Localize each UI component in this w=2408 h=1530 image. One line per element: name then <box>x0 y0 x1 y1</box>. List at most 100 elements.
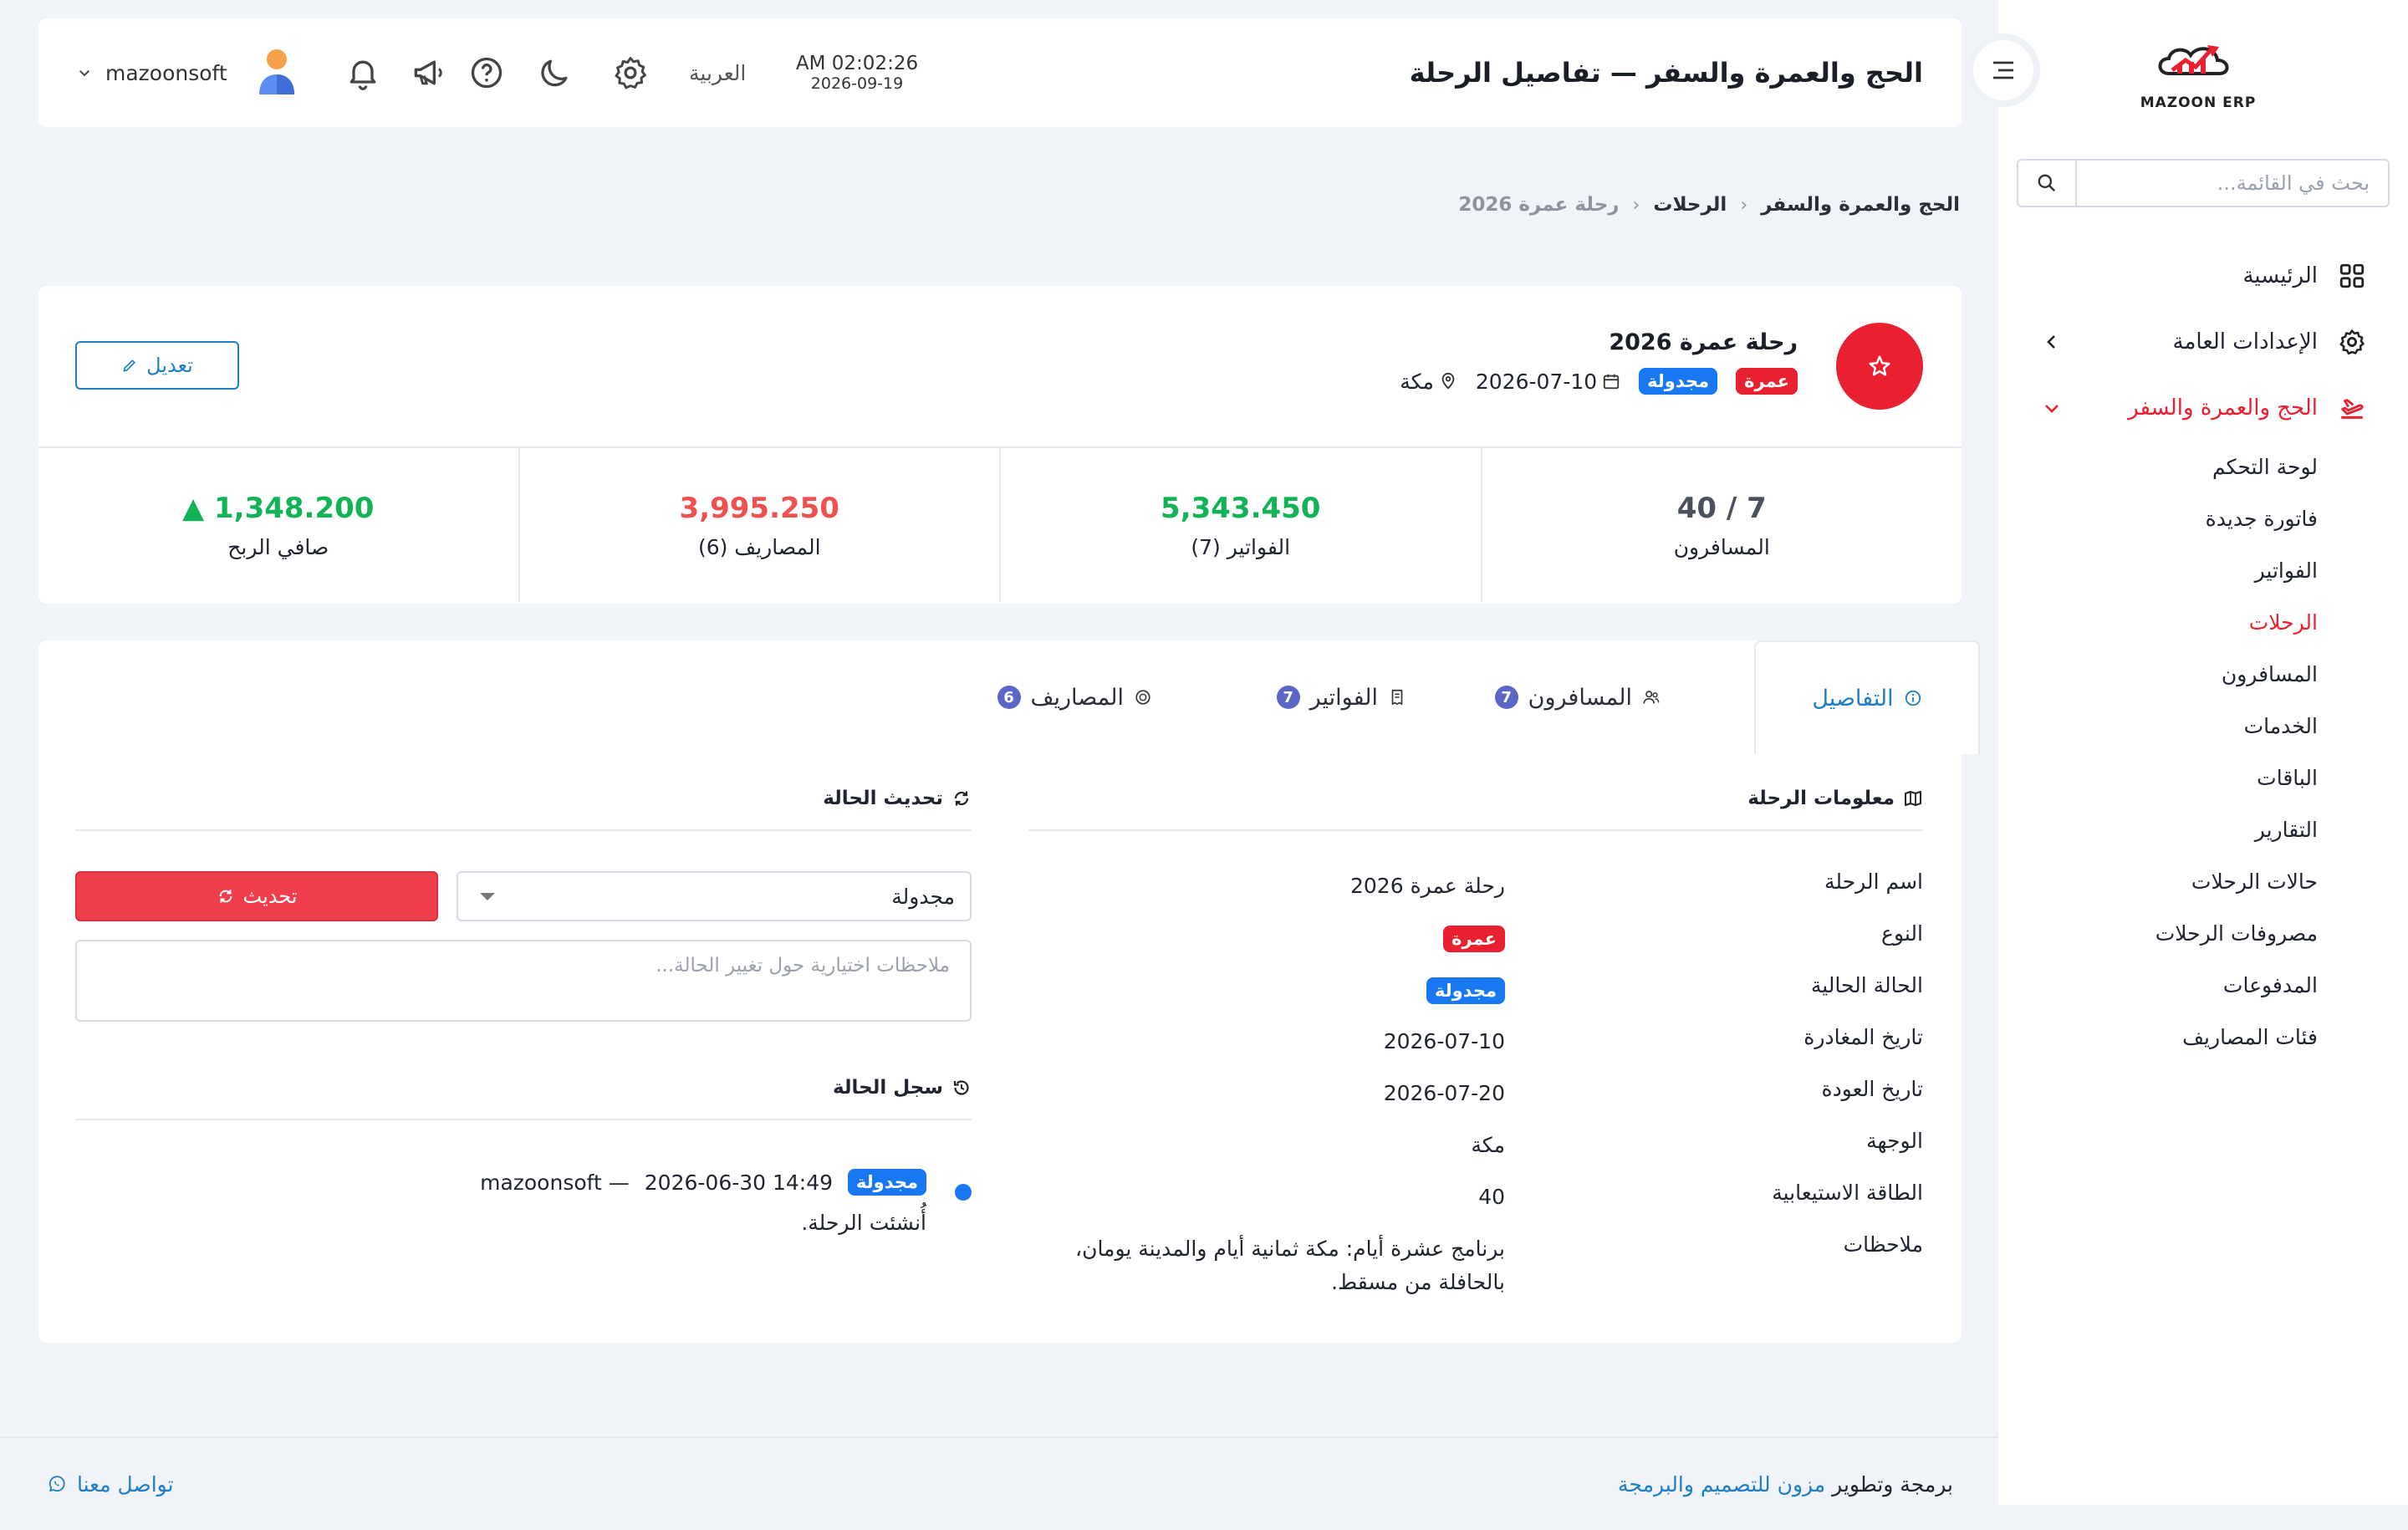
gear-icon <box>2336 327 2366 357</box>
avatar <box>256 46 298 100</box>
tab-invoices[interactable]: الفواتير 7 <box>1276 640 1406 754</box>
credit-link[interactable]: مزون للتصميم والبرمجة <box>1618 1472 1825 1497</box>
tab-label: التفاصيل <box>1812 685 1894 711</box>
sidebar-subitem-services[interactable]: الخدمات <box>1998 700 2318 752</box>
sidebar-subitem-trip-statuses[interactable]: حالات الرحلات <box>1998 855 2318 907</box>
coin-icon <box>1135 690 1150 705</box>
status-select[interactable]: مجدولة <box>457 871 972 921</box>
breadcrumb-item-hajj[interactable]: الحج والعمرة والسفر <box>1761 194 1960 216</box>
stat-invoices: 5,343.450 الفواتير (7) <box>999 448 1481 602</box>
info-key: ملاحظات <box>1843 1232 1923 1257</box>
stat-label: الفواتير (7) <box>1191 535 1291 559</box>
log-user: — mazoonsoft <box>480 1170 630 1195</box>
trip-tabs-card: التفاصيل المسافرون 7 الفواتير 7 المصاريف… <box>38 640 1980 1343</box>
sidebar-subitem-packages[interactable]: الباقات <box>1998 752 2318 803</box>
tab-count-badge: 7 <box>1276 686 1300 709</box>
sidebar-search-input[interactable] <box>2077 161 2388 206</box>
stat-value: 5,343.450 <box>1161 492 1321 525</box>
stat-net-profit: ▲ 1,348.200 صافي الربح <box>38 448 518 602</box>
sidebar-subitem-trips[interactable]: الرحلات <box>1998 596 2318 648</box>
stat-label: صافي الربح <box>227 535 329 559</box>
sidebar-submenu: لوحة التحكم فاتورة جديدة الفواتير الرحلا… <box>1998 441 2408 1063</box>
sidebar-subitem-payments[interactable]: المدفوعات <box>1998 959 2318 1011</box>
contact-us-link[interactable]: تواصل معنا <box>47 1472 174 1497</box>
refresh-icon <box>219 890 232 903</box>
chevron-down-icon <box>79 70 89 77</box>
info-row-status: الحالة الحالية مجدولة <box>1028 963 1923 1015</box>
log-status-badge: مجدولة <box>848 1169 926 1196</box>
stat-label: المسافرون <box>1673 535 1770 559</box>
sidebar-item-label: الرئيسية <box>2242 263 2318 288</box>
tab-label: المسافرون <box>1528 684 1632 711</box>
info-key: الوجهة <box>1866 1129 1923 1153</box>
edit-trip-button[interactable]: تعديل <box>75 341 239 390</box>
update-status-button[interactable]: تحديث <box>75 871 438 921</box>
megaphone-icon[interactable] <box>410 54 446 91</box>
receipt-icon <box>1391 689 1403 706</box>
menu-toggle-button[interactable] <box>1967 33 2040 107</box>
sidebar-item-hajj-umrah[interactable]: الحج والعمرة والسفر <box>1998 375 2408 441</box>
info-value: مكة <box>1471 1133 1505 1157</box>
status-log-entry: مجدولة 2026-06-30 14:49 — mazoonsoft أُن… <box>75 1159 972 1259</box>
sidebar-subitem-expense-categories[interactable]: فئات المصاريف <box>1998 1011 2318 1063</box>
user-menu[interactable]: mazoonsoft <box>77 18 298 127</box>
username: mazoonsoft <box>105 60 227 85</box>
sidebar-item-home[interactable]: الرئيسية <box>1998 242 2408 309</box>
header-clock: AM 02:02:26 2026-09-19 <box>794 53 920 93</box>
breadcrumb-item-trips[interactable]: الرحلات <box>1653 194 1727 216</box>
info-value: مجدولة <box>1028 963 1505 1007</box>
stat-label: المصاريف (6) <box>697 535 821 559</box>
sidebar-subitem-travelers[interactable]: المسافرون <box>1998 648 2318 700</box>
brand-logo[interactable]: MAZOON ERP <box>2135 37 2261 112</box>
info-value: 2026-07-10 <box>1383 1029 1505 1053</box>
sidebar-subitem-reports[interactable]: التقارير <box>1998 803 2318 855</box>
info-row-name: اسم الرحلة رحلة عمرة 2026 <box>1028 859 1923 911</box>
sidebar-subitem-invoices[interactable]: الفواتير <box>1998 544 2318 596</box>
sidebar: MAZOON ERP الرئيسية الإعدادات العامة الح… <box>1998 0 2408 1505</box>
trip-date-value: 2026-07-10 <box>1475 369 1598 394</box>
trip-status-badge: مجدولة <box>1639 368 1718 395</box>
whatsapp-icon <box>48 1476 65 1492</box>
menu-icon <box>1993 61 2013 79</box>
chevron-left-icon: ‹ <box>1740 194 1748 216</box>
tab-details[interactable]: التفاصيل <box>1754 640 1980 754</box>
info-value: 2026-07-20 <box>1383 1081 1505 1105</box>
status-select-value: مجدولة <box>891 884 955 909</box>
sidebar-item-label: الحج والعمرة والسفر <box>2128 395 2318 421</box>
sidebar-item-settings[interactable]: الإعدادات العامة <box>1998 309 2408 375</box>
tab-expenses[interactable]: المصاريف 6 <box>997 640 1152 754</box>
calendar-icon <box>1603 374 1620 390</box>
notification-bell-icon[interactable] <box>344 54 381 91</box>
settings-gear-icon[interactable] <box>612 54 649 91</box>
trip-destination: مكة <box>1400 370 1457 394</box>
top-header: الحج والعمرة والسفر — تفاصيل الرحلة AM 0… <box>38 18 1962 127</box>
section-title: سجل الحالة <box>832 1077 943 1099</box>
info-row-notes: ملاحظات برنامج عشرة أيام: مكة ثمانية أيا… <box>1028 1222 1923 1306</box>
tab-label: الفواتير <box>1309 684 1378 711</box>
info-icon <box>1905 690 1921 706</box>
divider <box>75 829 972 831</box>
info-key: النوع <box>1881 921 1923 946</box>
tab-travelers[interactable]: المسافرون 7 <box>1494 640 1661 754</box>
trip-meta: عمرة مجدولة 2026-07-10 مكة <box>1400 368 1798 395</box>
sidebar-subitem-dashboard[interactable]: لوحة التحكم <box>1998 441 2318 492</box>
info-value: عمرة <box>1028 911 1505 955</box>
info-row-destination: الوجهة مكة <box>1028 1119 1923 1170</box>
language-switcher[interactable]: العربية <box>689 61 746 85</box>
plane-icon <box>2336 393 2366 423</box>
help-icon[interactable] <box>468 54 505 91</box>
dark-mode-moon-icon[interactable] <box>537 54 574 91</box>
contact-label: تواصل معنا <box>77 1471 174 1497</box>
footer: برمجة وتطوير مزون للتصميم والبرمجة تواصل… <box>0 1436 1998 1530</box>
tab-count-badge: 7 <box>1494 686 1518 709</box>
log-note: أُنشئت الرحلة. <box>801 1211 926 1235</box>
sidebar-subitem-new-invoice[interactable]: فاتورة جديدة <box>1998 492 2318 544</box>
clock-date: 2026-09-19 <box>810 74 904 93</box>
refresh-icon <box>954 791 969 806</box>
status-notes-textarea[interactable] <box>75 940 972 1022</box>
search-icon[interactable] <box>2018 161 2077 206</box>
sidebar-subitem-trip-expenses[interactable]: مصروفات الرحلات <box>1998 907 2318 959</box>
info-row-type: النوع عمرة <box>1028 911 1923 963</box>
trip-header: رحلة عمرة 2026 عمرة مجدولة 2026-07-10 مك… <box>38 286 1962 448</box>
trip-stats: 40 / 7 المسافرون 5,343.450 الفواتير (7) … <box>38 448 1962 602</box>
